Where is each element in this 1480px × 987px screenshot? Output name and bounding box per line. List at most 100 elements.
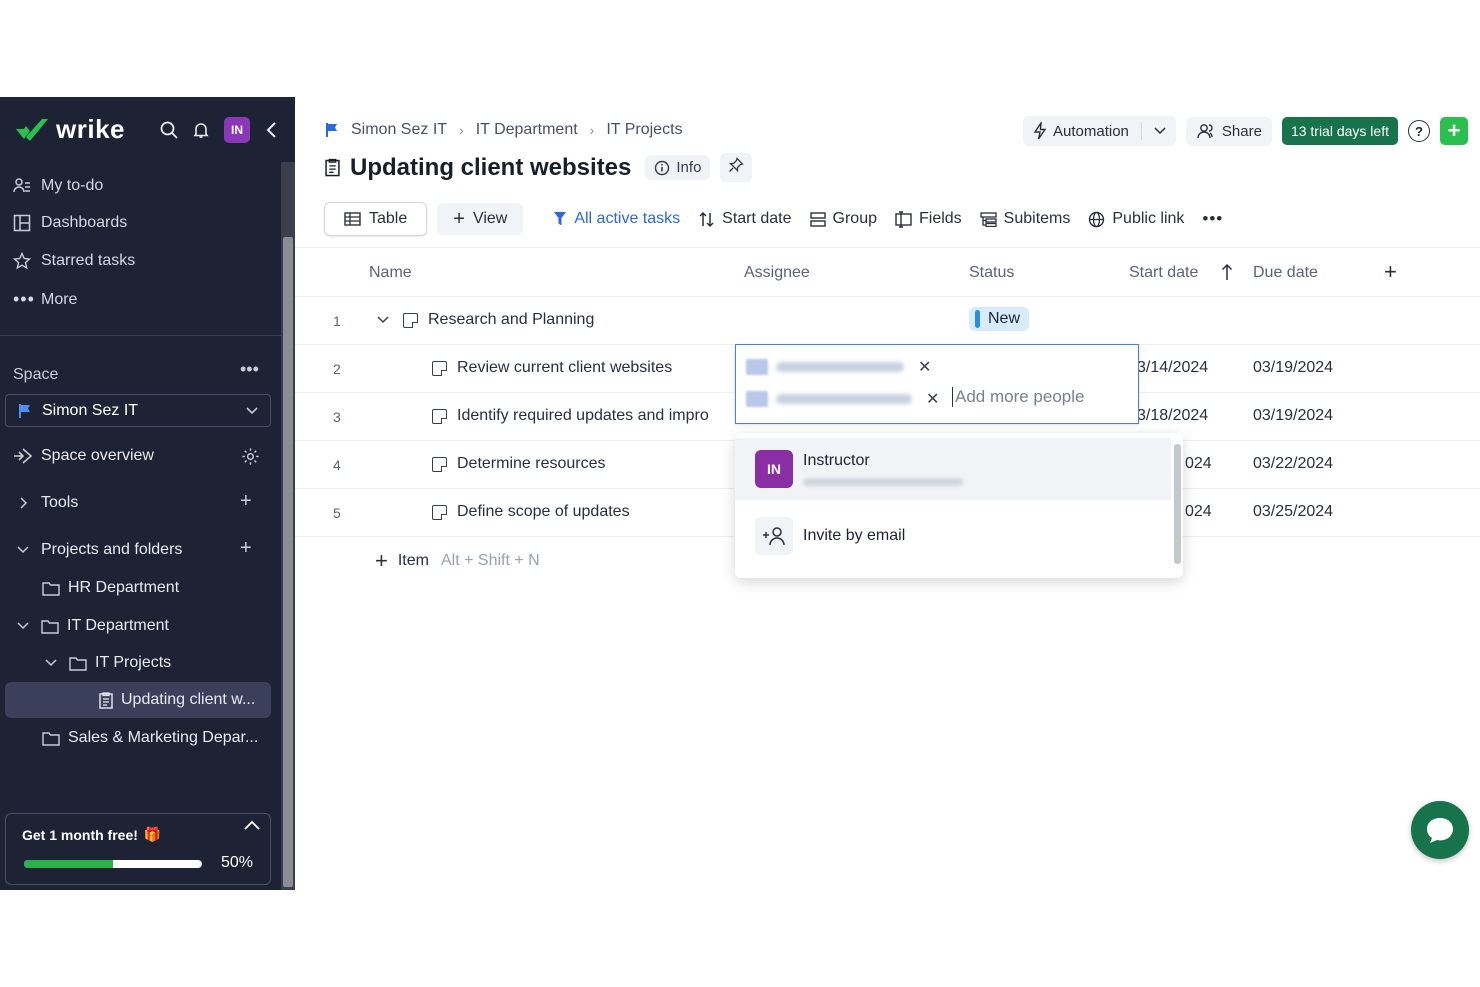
add-more-people-input[interactable]: Add more people: [952, 387, 1084, 407]
row-number: 2: [333, 361, 341, 377]
fields-label: Fields: [918, 210, 962, 227]
lightning-icon: [1033, 122, 1047, 140]
space-selector[interactable]: Simon Sez IT: [5, 394, 271, 427]
tools-label: Tools: [41, 494, 79, 511]
row-due-date[interactable]: 03/25/2024: [1253, 503, 1333, 521]
promo-card[interactable]: Get 1 month free! 🎁 50%: [5, 813, 271, 885]
row-name-cell[interactable]: Identify required updates and impro: [432, 407, 709, 425]
subitems-label: Subitems: [1003, 210, 1071, 227]
automation-button[interactable]: Automation: [1023, 116, 1176, 146]
row-name-cell[interactable]: Review current client websites: [432, 359, 672, 377]
column-header-assignee[interactable]: Assignee: [744, 264, 810, 282]
add-column-icon[interactable]: +: [1384, 259, 1397, 285]
column-header-name[interactable]: Name: [369, 264, 412, 282]
space-options-icon[interactable]: •••: [240, 359, 259, 380]
row-due-date[interactable]: 03/19/2024: [1253, 359, 1333, 377]
add-item-button[interactable]: + Item Alt + Shift + N: [375, 550, 540, 572]
row-start-date[interactable]: 3/14/2024: [1137, 359, 1208, 377]
task-checkbox-icon[interactable]: [432, 360, 447, 376]
assignee-chip-email-redacted: [776, 362, 904, 372]
row-start-date[interactable]: 024: [1185, 455, 1212, 473]
group-icon: [809, 211, 826, 227]
space-overview-item[interactable]: Space overview: [13, 447, 154, 465]
share-button[interactable]: Share: [1185, 116, 1272, 146]
subitems-button[interactable]: Subitems: [980, 210, 1071, 228]
breadcrumb-item-space[interactable]: Simon Sez IT: [351, 121, 447, 139]
dropdown-option-invite-email[interactable]: Invite by email: [735, 513, 1171, 559]
remove-assignee-icon[interactable]: ✕: [926, 389, 939, 409]
nav-more[interactable]: ••• More: [13, 289, 77, 310]
remove-assignee-icon[interactable]: ✕: [918, 357, 931, 377]
row-name-cell[interactable]: Determine resources: [432, 455, 606, 473]
projects-folders-item[interactable]: Projects and folders: [17, 541, 182, 559]
trial-badge-button[interactable]: 13 trial days left: [1281, 117, 1398, 145]
row-name-cell[interactable]: Research and Planning: [377, 311, 594, 329]
assignee-chip[interactable]: ✕: [746, 386, 939, 412]
option-name: Invite by email: [803, 527, 906, 544]
sidebar-top-icons: IN: [160, 117, 278, 143]
wrike-logo[interactable]: wrike: [14, 114, 125, 145]
chevron-up-icon[interactable]: [244, 820, 260, 830]
create-new-button[interactable]: +: [1440, 117, 1468, 145]
help-icon[interactable]: ?: [1408, 120, 1430, 142]
chat-button[interactable]: [1411, 801, 1469, 859]
dropdown-option-instructor[interactable]: IN Instructor: [735, 438, 1171, 500]
add-tool-icon[interactable]: +: [240, 490, 252, 513]
add-project-icon[interactable]: +: [240, 537, 252, 560]
chevron-down-icon[interactable]: [377, 316, 389, 324]
sort-ascending-icon[interactable]: [1221, 263, 1233, 281]
sort-icon: [699, 211, 714, 227]
column-header-start-date[interactable]: Start date: [1129, 264, 1198, 282]
sort-button[interactable]: Start date: [698, 210, 792, 228]
table-view-tab[interactable]: Table: [324, 202, 428, 236]
filter-button[interactable]: All active tasks: [553, 210, 680, 228]
table-row[interactable]: 1 Research and Planning New: [295, 297, 1480, 345]
breadcrumb-item-department[interactable]: IT Department: [476, 121, 578, 139]
row-due-date[interactable]: 03/22/2024: [1253, 455, 1333, 473]
assignee-editor[interactable]: ✕ ✕ Add more people: [735, 344, 1139, 424]
row-start-date[interactable]: 024: [1185, 503, 1212, 521]
status-badge[interactable]: New: [969, 307, 1030, 331]
dropdown-scrollbar[interactable]: [1173, 438, 1181, 568]
pin-icon: [729, 157, 745, 173]
task-checkbox-icon[interactable]: [432, 456, 447, 472]
nav-dashboards[interactable]: Dashboards: [13, 214, 127, 232]
row-start-date[interactable]: 3/18/2024: [1137, 407, 1208, 425]
breadcrumb-item-projects[interactable]: IT Projects: [606, 121, 682, 139]
column-header-status[interactable]: Status: [969, 264, 1014, 282]
tree-item-label: Updating client w...: [121, 691, 256, 708]
assignee-chip[interactable]: ✕: [746, 354, 931, 380]
sidebar-scrollbar-thumb[interactable]: [283, 237, 293, 887]
pin-button[interactable]: [720, 153, 753, 182]
public-link-button[interactable]: Public link: [1088, 210, 1184, 228]
gift-icon: 🎁: [143, 826, 162, 842]
task-checkbox-icon[interactable]: [432, 504, 447, 520]
page-title[interactable]: Updating client websites: [350, 154, 631, 182]
project-doc-icon: [325, 158, 340, 177]
add-view-button[interactable]: + View: [437, 203, 524, 235]
column-header-due-date[interactable]: Due date: [1253, 264, 1318, 282]
dropdown-scrollbar-thumb[interactable]: [1174, 444, 1181, 564]
group-button[interactable]: Group: [809, 210, 877, 228]
tools-item[interactable]: Tools: [18, 494, 78, 512]
row-due-date[interactable]: 03/19/2024: [1253, 407, 1333, 425]
chevron-down-icon[interactable]: [1154, 127, 1166, 135]
nav-starred-tasks[interactable]: Starred tasks: [13, 252, 135, 270]
tree-item-sales-marketing[interactable]: Sales & Marketing Depar...: [42, 729, 258, 747]
user-avatar[interactable]: IN: [224, 117, 250, 143]
gear-icon[interactable]: [241, 447, 260, 466]
bell-icon[interactable]: [192, 121, 210, 139]
tree-item-it-projects[interactable]: IT Projects: [45, 654, 171, 672]
row-name-cell[interactable]: Define scope of updates: [432, 503, 630, 521]
task-checkbox-icon[interactable]: [403, 312, 418, 328]
more-options-icon[interactable]: •••: [1202, 209, 1223, 229]
tree-item-it-department[interactable]: IT Department: [17, 617, 169, 635]
collapse-sidebar-icon[interactable]: [264, 121, 278, 139]
tree-item-hr-department[interactable]: HR Department: [42, 579, 179, 597]
search-icon[interactable]: [160, 121, 178, 139]
fields-button[interactable]: Fields: [895, 210, 962, 228]
task-checkbox-icon[interactable]: [432, 408, 447, 424]
tree-item-updating-client-websites[interactable]: Updating client w...: [5, 682, 271, 718]
nav-my-todo[interactable]: My to-do: [13, 177, 103, 195]
info-button[interactable]: Info: [645, 155, 711, 180]
